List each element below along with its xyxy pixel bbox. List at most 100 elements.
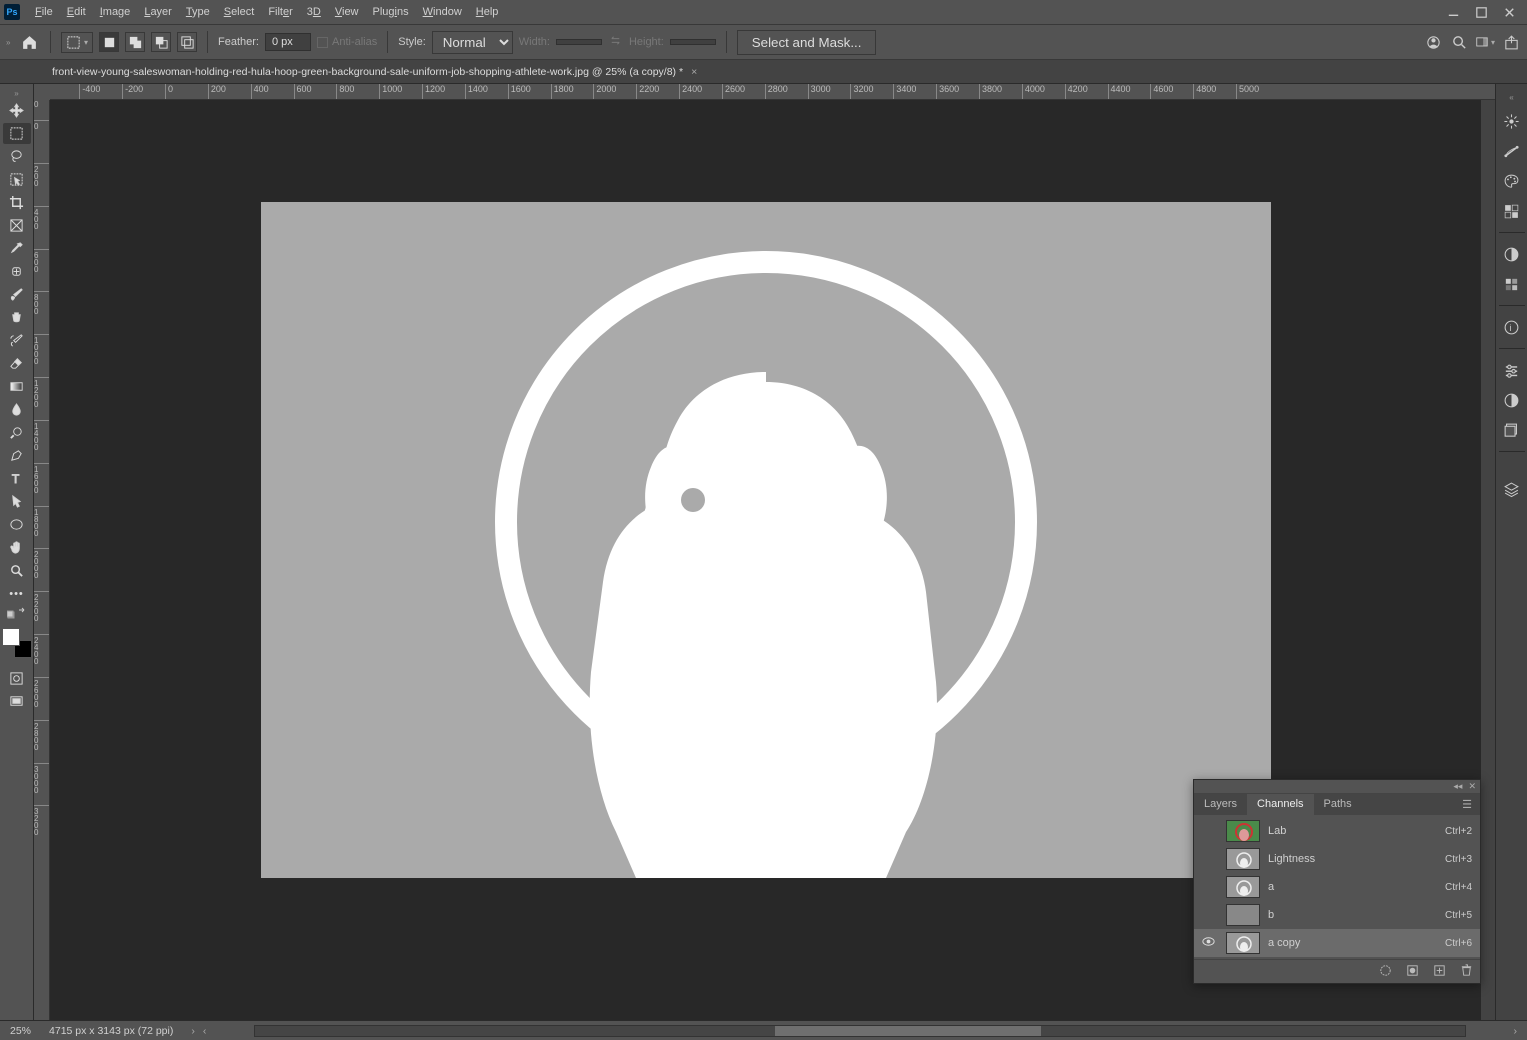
styles-panel-icon[interactable] — [1501, 273, 1523, 295]
menu-filter[interactable]: Filter — [261, 2, 299, 22]
menu-3d[interactable]: 3D — [300, 2, 328, 22]
ruler-origin[interactable] — [34, 84, 50, 100]
home-button[interactable] — [18, 31, 40, 53]
channel-row[interactable]: bCtrl+5 — [1194, 901, 1480, 929]
close-tab-icon[interactable]: × — [691, 66, 697, 78]
panel-tab-channels[interactable]: Channels — [1247, 794, 1313, 815]
toolbox-collapse-handle[interactable]: » — [0, 88, 33, 98]
move-tool[interactable] — [3, 100, 31, 121]
ellipse-shape-tool[interactable] — [3, 514, 31, 535]
lasso-tool[interactable] — [3, 146, 31, 167]
selection-new-icon[interactable] — [99, 32, 119, 52]
menu-type[interactable]: Type — [179, 2, 217, 22]
vertical-scrollbar[interactable] — [1481, 100, 1495, 1020]
menu-file[interactable]: File — [28, 2, 60, 22]
layers-panel-icon[interactable] — [1501, 478, 1523, 500]
rectangular-marquee-tool[interactable] — [3, 123, 31, 144]
scrollbar-thumb[interactable] — [775, 1026, 1041, 1036]
menu-select[interactable]: Select — [217, 2, 262, 22]
app-logo: Ps — [4, 4, 20, 20]
gradient-tool[interactable] — [3, 376, 31, 397]
zoom-tool[interactable] — [3, 560, 31, 581]
tool-preset-dropdown[interactable]: ▾ — [61, 32, 93, 53]
workspace-switcher-icon[interactable]: ▾ — [1475, 32, 1495, 52]
clone-stamp-tool[interactable] — [3, 307, 31, 328]
new-channel-icon[interactable] — [1432, 963, 1447, 981]
panel-menu-icon[interactable]: ☰ — [1454, 794, 1480, 815]
load-selection-icon[interactable] — [1378, 963, 1393, 981]
eyedropper-tool[interactable] — [3, 238, 31, 259]
window-maximize-button[interactable] — [1467, 2, 1495, 22]
style-select[interactable]: Normal — [432, 31, 513, 54]
panel-close-icon[interactable]: ✕ — [1468, 781, 1476, 792]
eraser-tool[interactable] — [3, 353, 31, 374]
select-and-mask-button[interactable]: Select and Mask... — [737, 30, 877, 55]
history-brush-tool[interactable] — [3, 330, 31, 351]
history-panel-icon[interactable] — [1501, 389, 1523, 411]
gradients-panel-icon[interactable] — [1501, 140, 1523, 162]
object-selection-tool[interactable] — [3, 169, 31, 190]
menu-help[interactable]: Help — [469, 2, 506, 22]
channel-row[interactable]: a copyCtrl+6 — [1194, 929, 1480, 957]
dock-collapse-handle[interactable]: « — [1496, 92, 1527, 102]
dodge-tool[interactable] — [3, 422, 31, 443]
menu-view[interactable]: View — [328, 2, 366, 22]
horizontal-ruler[interactable]: -400-20002004006008001000120014001600180… — [50, 84, 1495, 100]
save-selection-icon[interactable] — [1405, 963, 1420, 981]
adjustments-panel-icon[interactable] — [1501, 243, 1523, 265]
color-swatches[interactable] — [2, 628, 32, 658]
scroll-right-icon[interactable]: › — [1514, 1025, 1518, 1037]
path-selection-tool[interactable] — [3, 491, 31, 512]
visibility-toggle-icon[interactable] — [1198, 934, 1218, 952]
menu-edit[interactable]: Edit — [60, 2, 93, 22]
channel-row[interactable]: LabCtrl+2 — [1194, 817, 1480, 845]
cloud-docs-icon[interactable] — [1423, 32, 1443, 52]
horizontal-scrollbar[interactable] — [254, 1025, 1465, 1037]
pen-tool[interactable] — [3, 445, 31, 466]
channel-row[interactable]: LightnessCtrl+3 — [1194, 845, 1480, 873]
type-tool[interactable]: T — [3, 468, 31, 489]
properties-panel-icon[interactable]: i — [1501, 316, 1523, 338]
options-collapse-handle[interactable]: » — [6, 38, 12, 47]
document-info[interactable]: 4715 px x 3143 px (72 ppi) — [49, 1025, 173, 1037]
menu-image[interactable]: Image — [93, 2, 138, 22]
panel-tab-layers[interactable]: Layers — [1194, 794, 1247, 815]
brush-tool[interactable] — [3, 284, 31, 305]
hand-tool[interactable] — [3, 537, 31, 558]
share-icon[interactable] — [1501, 32, 1521, 52]
channel-row[interactable]: aCtrl+4 — [1194, 873, 1480, 901]
panel-titlebar[interactable]: ◂◂ ✕ — [1194, 780, 1480, 794]
zoom-level[interactable]: 25% — [10, 1025, 31, 1037]
menu-plugins[interactable]: Plugins — [366, 2, 416, 22]
comments-panel-icon[interactable] — [1501, 419, 1523, 441]
selection-intersect-icon[interactable] — [177, 32, 197, 52]
blur-tool[interactable] — [3, 399, 31, 420]
vertical-ruler[interactable]: - 2 0 002 0 04 0 06 0 08 0 01 0 0 01 2 0… — [34, 100, 50, 1020]
patterns-panel-icon[interactable] — [1501, 200, 1523, 222]
window-close-button[interactable] — [1495, 2, 1523, 22]
crop-tool[interactable] — [3, 192, 31, 213]
edit-toolbar-button[interactable]: ••• — [3, 583, 31, 604]
menu-window[interactable]: Window — [416, 2, 469, 22]
foreground-color-swatch[interactable] — [2, 628, 20, 646]
healing-brush-tool[interactable] — [3, 261, 31, 282]
menu-layer[interactable]: Layer — [137, 2, 179, 22]
panel-tab-paths[interactable]: Paths — [1314, 794, 1362, 815]
swatches-panel-icon[interactable] — [1501, 170, 1523, 192]
doc-info-chevron-icon[interactable]: › — [191, 1025, 195, 1037]
quick-mask-mode-button[interactable] — [3, 668, 31, 689]
search-icon[interactable] — [1449, 32, 1469, 52]
delete-channel-icon[interactable] — [1459, 963, 1474, 981]
selection-subtract-icon[interactable] — [151, 32, 171, 52]
feather-input[interactable]: 0 px — [265, 33, 311, 51]
libraries-panel-icon[interactable] — [1501, 359, 1523, 381]
color-panel-icon[interactable] — [1501, 110, 1523, 132]
swap-colors-icon[interactable] — [3, 606, 31, 620]
frame-tool[interactable] — [3, 215, 31, 236]
panel-collapse-icon[interactable]: ◂◂ — [1453, 781, 1462, 792]
selection-add-icon[interactable] — [125, 32, 145, 52]
window-minimize-button[interactable] — [1439, 2, 1467, 22]
document-tab[interactable]: front-view-young-saleswoman-holding-red-… — [44, 62, 705, 82]
scroll-left-icon[interactable]: ‹ — [203, 1025, 207, 1037]
screen-mode-button[interactable] — [3, 691, 31, 712]
